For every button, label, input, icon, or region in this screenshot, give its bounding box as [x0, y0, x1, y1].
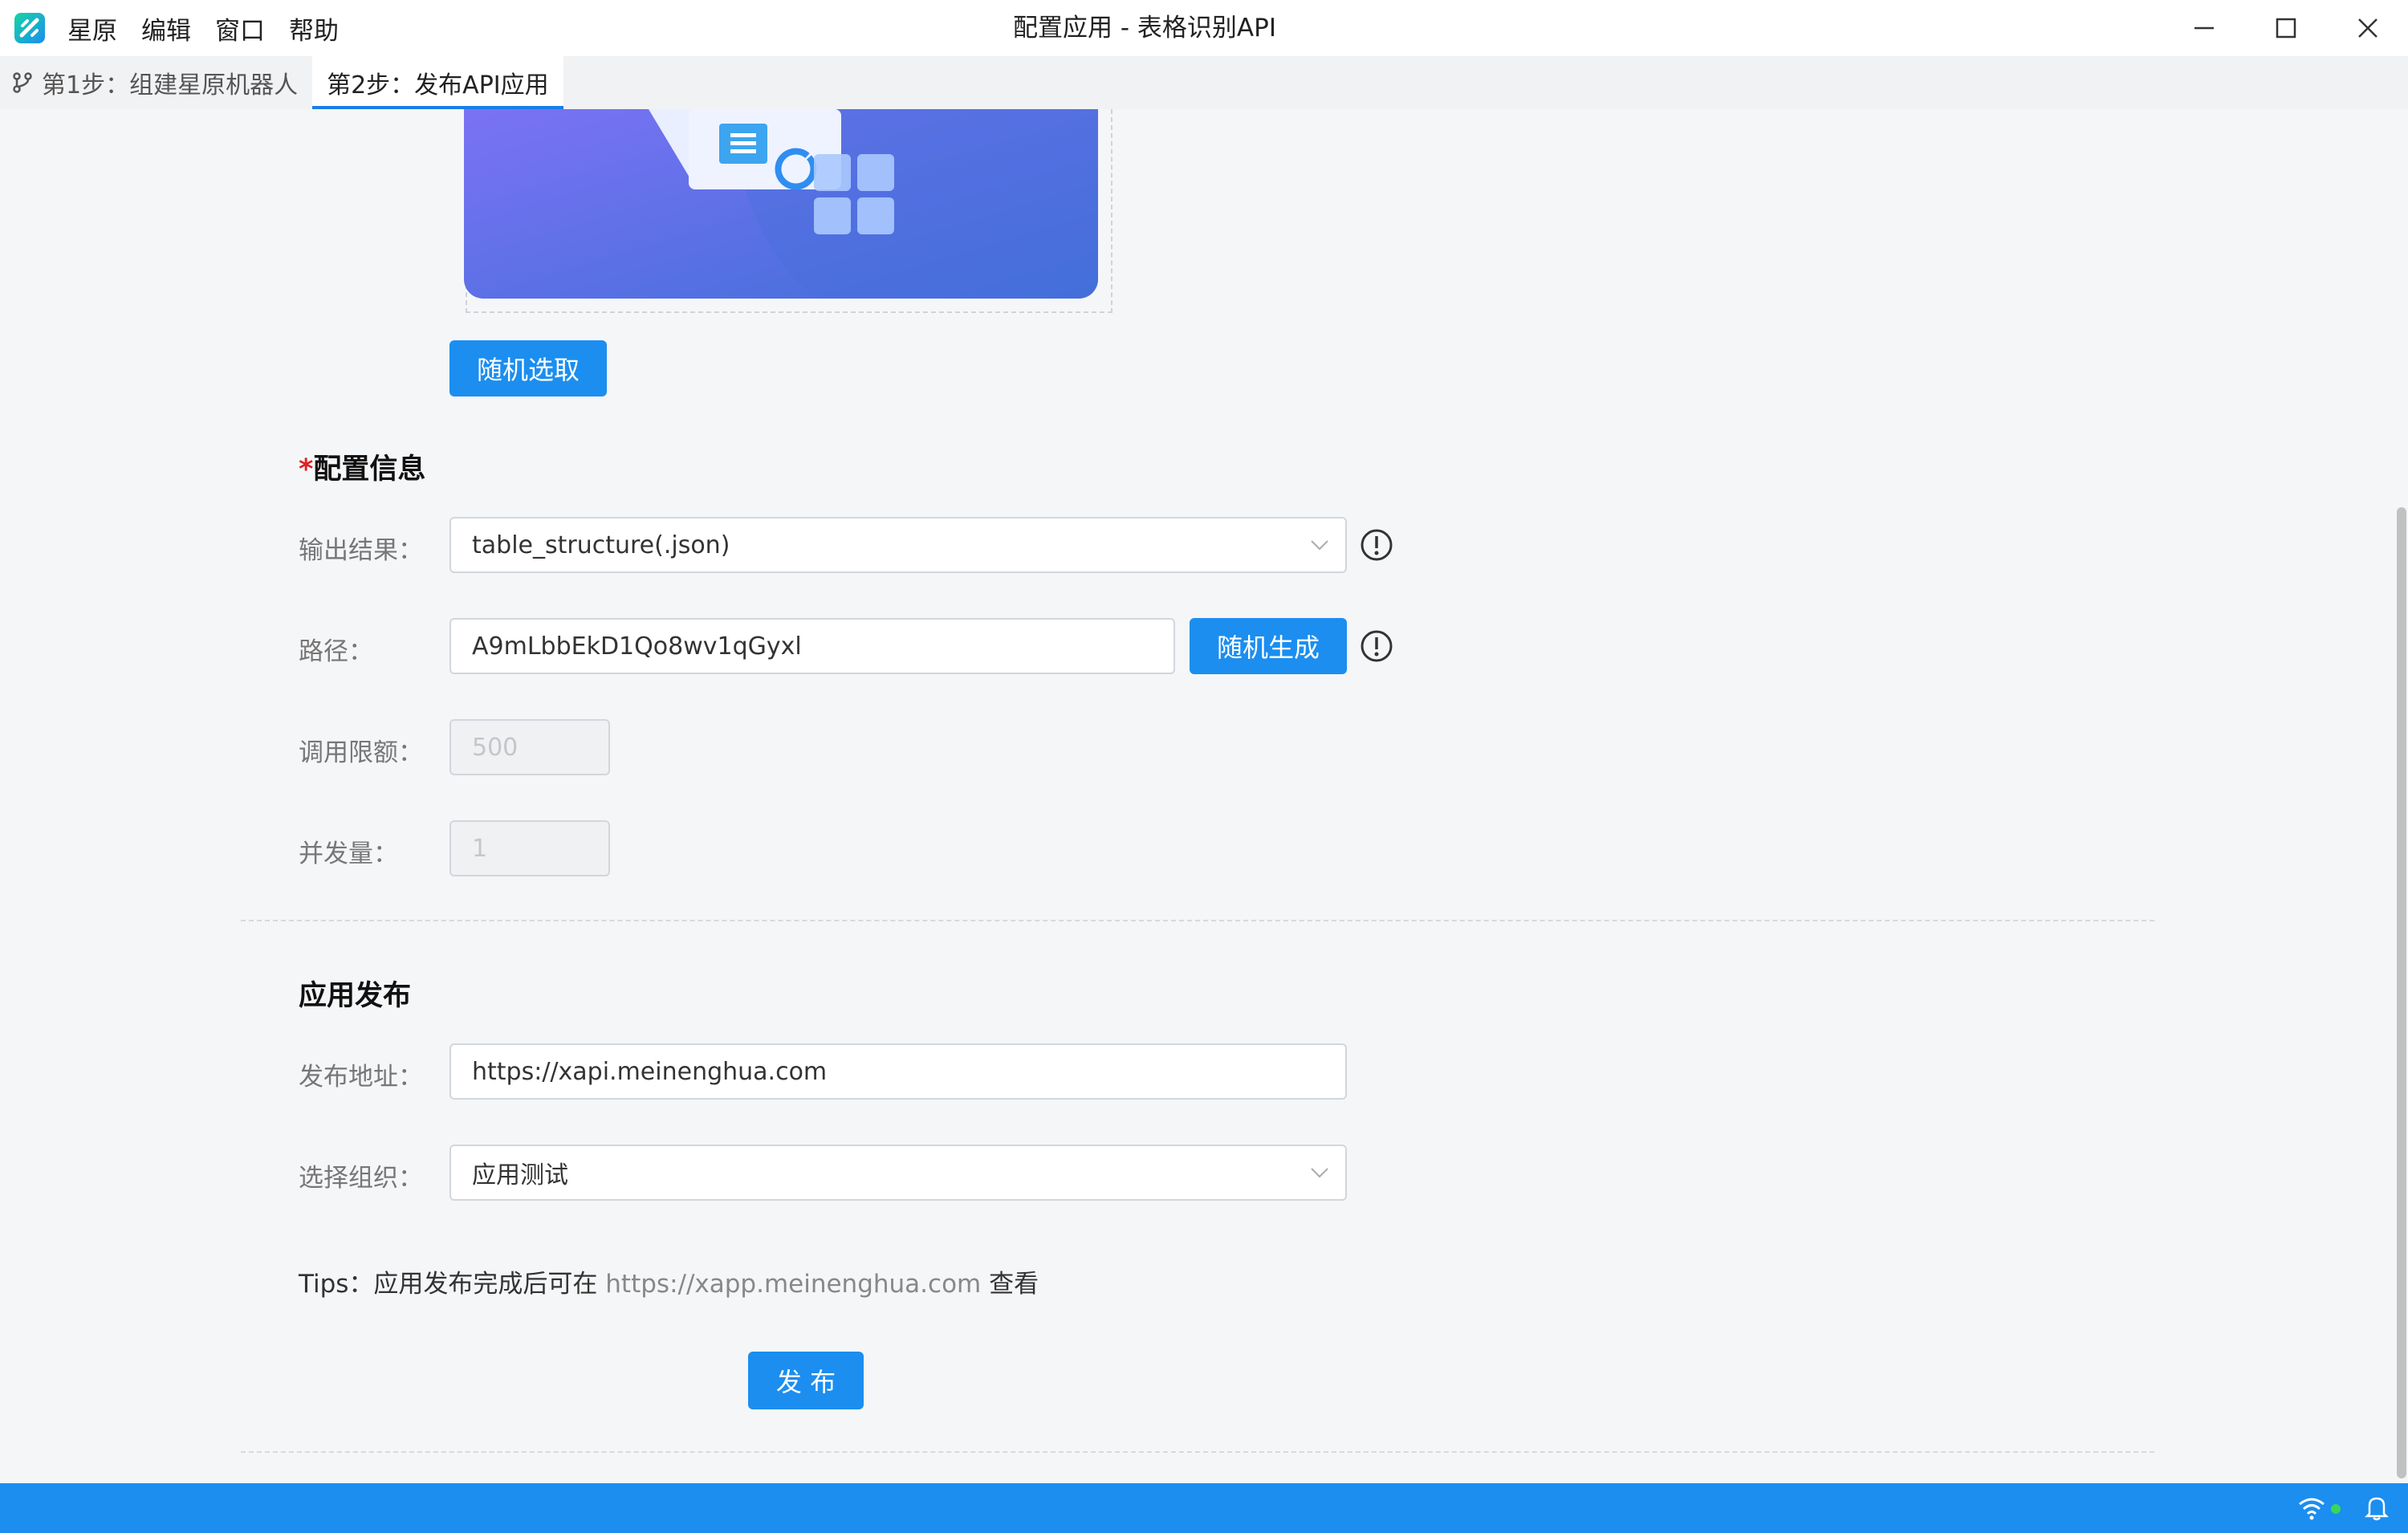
wifi-icon [2299, 1498, 2325, 1520]
menu-bar: 星原 编辑 窗口 帮助 [67, 0, 363, 56]
publish-tips: Tips：应用发布完成后可在 https://xapp.meinenghua.c… [299, 1263, 1039, 1299]
menu-item-edit[interactable]: 编辑 [141, 10, 191, 47]
menu-item-window[interactable]: 窗口 [215, 10, 265, 47]
tab-step-2[interactable]: 第2步：发布API应用 [312, 56, 563, 109]
tab-step-1[interactable]: 第1步：组建星原机器人 [0, 56, 312, 109]
org-select[interactable]: 应用测试 [449, 1145, 1347, 1201]
bottom-divider [241, 1451, 2154, 1453]
minimize-button[interactable] [2164, 0, 2244, 56]
random-pick-button[interactable]: 随机选取 [449, 340, 607, 396]
required-mark: * [299, 453, 314, 486]
org-label: 选择组织： [299, 1164, 423, 1193]
config-title-text: 配置信息 [313, 453, 426, 486]
output-label: 输出结果： [299, 536, 423, 565]
limit-label: 调用限额： [299, 738, 423, 767]
close-button[interactable] [2328, 0, 2408, 56]
path-input[interactable]: A9mLbbEkD1Qo8wv1qGyxl [449, 618, 1175, 674]
concurrency-label: 并发量： [299, 840, 398, 868]
output-select-value: table_structure(.json) [472, 531, 730, 559]
maximize-button[interactable] [2246, 0, 2326, 56]
app-logo-icon [14, 13, 45, 43]
address-label: 发布地址： [299, 1063, 423, 1092]
path-label: 路径： [299, 637, 373, 666]
address-input[interactable]: https://xapi.meinenghua.com [449, 1043, 1347, 1100]
random-generate-button[interactable]: 随机生成 [1190, 618, 1347, 674]
tips-suffix: 查看 [981, 1270, 1039, 1299]
chevron-down-icon [1311, 540, 1328, 551]
org-select-value: 应用测试 [472, 1161, 568, 1189]
path-info-icon[interactable] [1360, 629, 1393, 663]
tips-url-link[interactable]: https://xapp.meinenghua.com [605, 1270, 981, 1299]
main-content: 随机选取 *配置信息 输出结果： table_structure(.json) … [0, 109, 2389, 1482]
close-icon [2358, 18, 2377, 38]
tips-prefix: Tips：应用发布完成后可在 [299, 1270, 606, 1299]
limit-input-placeholder: 500 [472, 733, 519, 762]
notification-bell-icon[interactable] [2365, 1494, 2389, 1522]
address-input-value: https://xapi.meinenghua.com [472, 1057, 828, 1086]
tab-step-1-label: 第1步：组建星原机器人 [42, 71, 299, 100]
menu-item-help[interactable]: 帮助 [289, 10, 339, 47]
status-bar [0, 1483, 2408, 1533]
section-divider [241, 920, 2154, 921]
limit-input[interactable]: 500 [449, 719, 610, 775]
title-bar: 星原 编辑 窗口 帮助 配置应用 - 表格识别API [0, 0, 2408, 56]
step-tab-bar: 第1步：组建星原机器人 第2步：发布API应用 [0, 56, 2408, 109]
output-info-icon[interactable] [1360, 528, 1393, 562]
path-input-value: A9mLbbEkD1Qo8wv1qGyxl [472, 632, 802, 661]
scrollbar-thumb[interactable] [2397, 507, 2406, 1478]
publish-button[interactable]: 发 布 [748, 1352, 864, 1409]
chevron-down-icon [1311, 1168, 1328, 1178]
concurrency-input-placeholder: 1 [472, 834, 488, 863]
config-section-title: *配置信息 [299, 446, 425, 487]
concurrency-input[interactable]: 1 [449, 820, 610, 876]
menu-item-xingyuan[interactable]: 星原 [67, 10, 117, 47]
branch-icon [13, 72, 32, 93]
minimize-icon [2194, 26, 2214, 30]
cover-image [464, 109, 1098, 299]
output-select[interactable]: table_structure(.json) [449, 517, 1347, 573]
connection-status-dot [2331, 1504, 2341, 1514]
maximize-icon [2276, 18, 2296, 39]
tab-step-2-label: 第2步：发布API应用 [327, 71, 549, 100]
publish-section-title: 应用发布 [299, 980, 412, 1012]
